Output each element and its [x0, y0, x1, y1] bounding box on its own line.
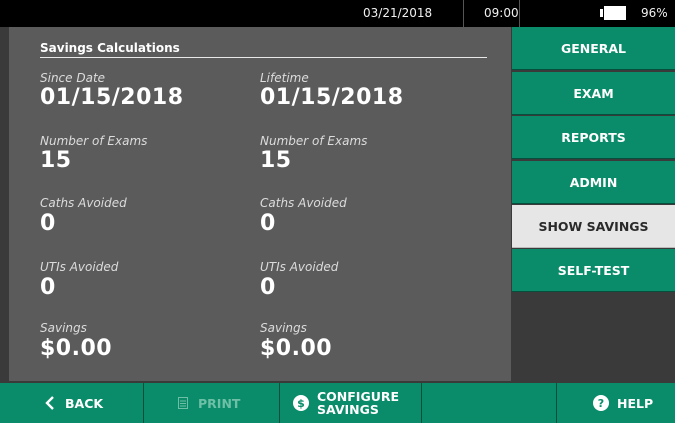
chevron-left-icon — [45, 396, 54, 410]
toolbar-divider — [143, 383, 144, 423]
title-underline — [40, 57, 487, 58]
nav-general-button[interactable]: GENERAL — [512, 27, 675, 70]
help-label: HELP — [617, 395, 654, 411]
savings-label: SAVINGS — [317, 402, 379, 417]
since-date-value: 01/15/2018 — [40, 85, 184, 110]
nav-self-test-button[interactable]: SELF-TEST — [512, 249, 675, 292]
status-divider — [519, 0, 520, 27]
lifetime-savings-value: $0.00 — [260, 336, 333, 361]
lifetime-caths-label: Caths Avoided — [260, 196, 347, 210]
bottom-toolbar: BACK PRINT $ CONFIGURE SAVINGS ? HELP — [0, 383, 675, 423]
nav-show-savings-button[interactable]: SHOW SAVINGS — [512, 205, 675, 248]
battery-icon — [600, 6, 626, 20]
lifetime-exams-label: Number of Exams — [260, 134, 368, 148]
toolbar-divider — [421, 383, 422, 423]
lifetime-utis-value: 0 — [260, 275, 276, 300]
lifetime-utis-label: UTIs Avoided — [260, 260, 339, 274]
nav-admin-button[interactable]: ADMIN — [512, 161, 675, 204]
lifetime-savings-label: Savings — [260, 321, 307, 335]
configure-savings-button[interactable]: $ CONFIGURE SAVINGS — [293, 383, 399, 423]
nav-reports-button[interactable]: REPORTS — [512, 116, 675, 159]
exams-label: Number of Exams — [40, 134, 148, 148]
savings-panel: Savings Calculations Since Date 01/15/20… — [9, 27, 511, 381]
toolbar-divider — [556, 383, 557, 423]
dollar-icon: $ — [293, 395, 309, 411]
lifetime-value: 01/15/2018 — [260, 85, 404, 110]
since-date-label: Since Date — [40, 71, 106, 85]
help-button[interactable]: ? HELP — [593, 383, 653, 423]
battery-percent: 96% — [641, 6, 668, 20]
savings-label: Savings — [40, 321, 87, 335]
back-button[interactable]: BACK — [45, 383, 103, 423]
lifetime-caths-value: 0 — [260, 211, 276, 236]
caths-label: Caths Avoided — [40, 196, 127, 210]
nav-exam-button[interactable]: EXAM — [512, 72, 675, 115]
exams-value: 15 — [40, 148, 72, 173]
status-time: 09:00 — [484, 6, 519, 20]
print-label: PRINT — [198, 395, 241, 411]
print-button[interactable]: PRINT — [178, 383, 240, 423]
help-icon: ? — [593, 395, 609, 411]
back-label: BACK — [65, 395, 104, 411]
utis-value: 0 — [40, 275, 56, 300]
savings-value: $0.00 — [40, 336, 113, 361]
caths-value: 0 — [40, 211, 56, 236]
print-icon — [178, 397, 188, 409]
utis-label: UTIs Avoided — [40, 260, 119, 274]
toolbar-divider — [279, 383, 280, 423]
status-divider — [463, 0, 464, 27]
nav-empty-area — [512, 293, 675, 381]
page-title: Savings Calculations — [40, 41, 180, 55]
status-date: 03/21/2018 — [363, 6, 433, 20]
lifetime-label: Lifetime — [260, 71, 309, 85]
status-bar: 03/21/2018 09:00 96% — [0, 0, 675, 27]
lifetime-exams-value: 15 — [260, 148, 292, 173]
